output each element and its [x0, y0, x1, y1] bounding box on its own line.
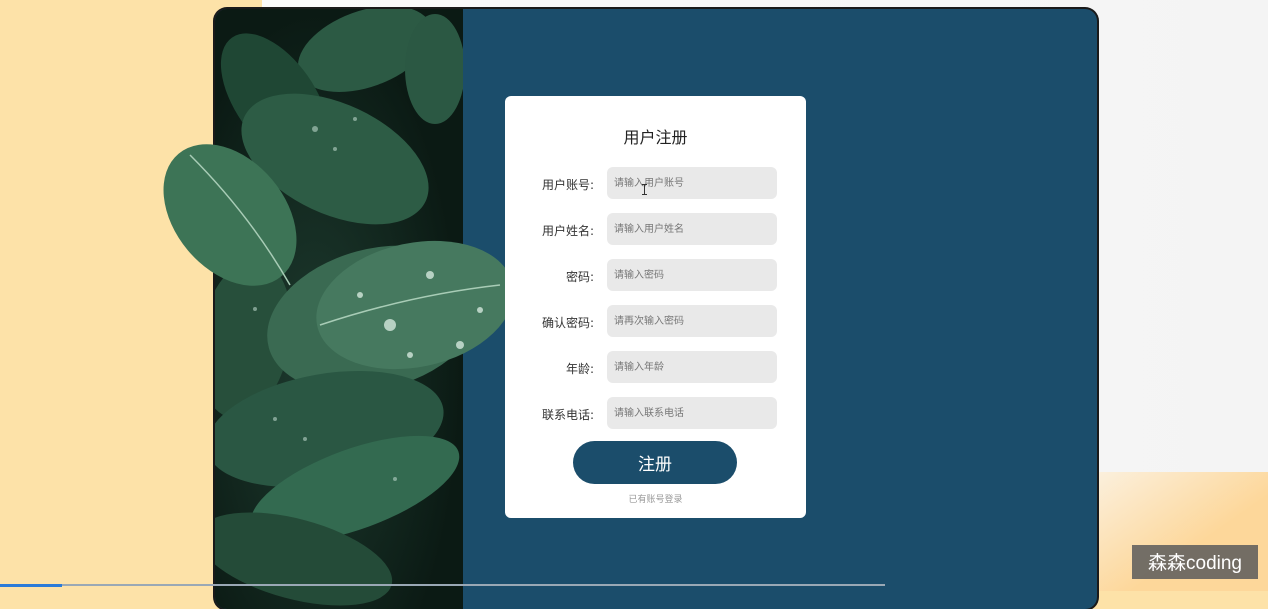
text-cursor-icon	[642, 184, 647, 195]
register-form: 用户注册 用户账号: 用户姓名: 密码: 确认密码: 年龄: 联系电话: 注册 …	[505, 96, 806, 518]
name-label: 用户姓名:	[541, 224, 594, 238]
account-row: 用户账号:	[505, 167, 806, 199]
confirm-password-row: 确认密码:	[505, 305, 806, 337]
leaf-overhang	[163, 144, 505, 370]
password-label: 密码:	[565, 270, 594, 284]
register-button[interactable]: 注册	[573, 441, 737, 484]
account-label: 用户账号:	[541, 178, 594, 192]
account-input[interactable]	[607, 167, 777, 199]
login-link[interactable]: 已有账号登录	[505, 492, 806, 505]
name-input[interactable]	[607, 213, 777, 245]
scrollbar-thumb[interactable]	[0, 584, 62, 587]
age-label: 年龄:	[565, 362, 594, 376]
password-row: 密码:	[505, 259, 806, 291]
phone-row: 联系电话:	[505, 397, 806, 429]
form-title: 用户注册	[623, 128, 688, 147]
age-row: 年龄:	[505, 351, 806, 383]
confirm-password-label: 确认密码:	[541, 316, 594, 330]
phone-input[interactable]	[607, 397, 777, 429]
confirm-password-input[interactable]	[607, 305, 777, 337]
name-row: 用户姓名:	[505, 213, 806, 245]
phone-label: 联系电话:	[541, 408, 594, 422]
password-input[interactable]	[607, 259, 777, 291]
watermark: 森森coding	[1132, 545, 1258, 579]
age-input[interactable]	[607, 351, 777, 383]
scrollbar-track[interactable]	[0, 584, 885, 586]
